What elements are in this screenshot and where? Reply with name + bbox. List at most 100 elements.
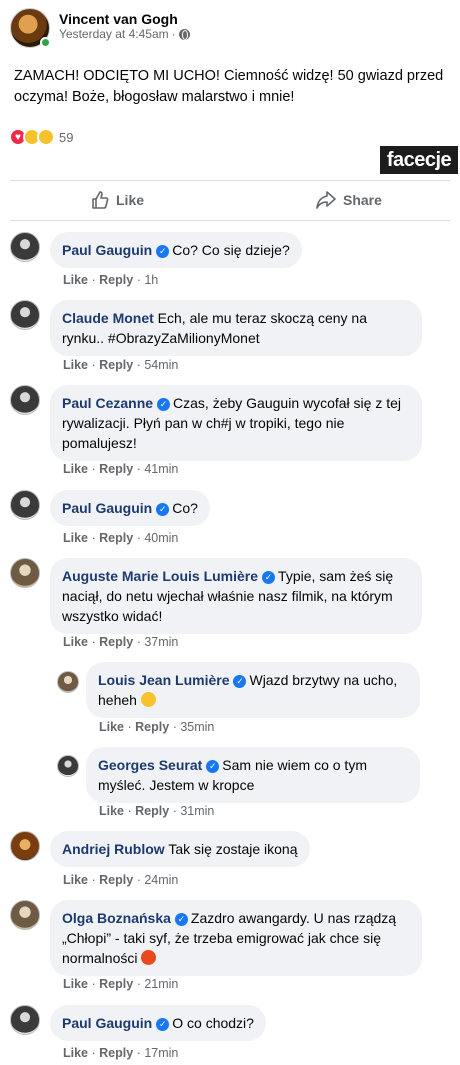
comment-reply-link[interactable]: Reply <box>135 804 169 818</box>
sad-reaction-icon <box>37 128 55 146</box>
verified-badge-icon: ✓ <box>156 245 170 258</box>
commenter-name[interactable]: Paul Gauguin <box>62 242 152 258</box>
comment-time[interactable]: 21min <box>144 977 178 991</box>
commenter-name[interactable]: Olga Boznańska <box>62 910 171 926</box>
comment-actions: Like · Reply · 54min <box>63 358 178 372</box>
post-text: ZAMACH! ODCIĘTO MI UCHO! Ciemność widzę!… <box>14 68 444 105</box>
comment-reply-link[interactable]: Reply <box>99 1046 133 1060</box>
comment-time[interactable]: 24min <box>144 873 178 887</box>
commenter-avatar[interactable] <box>10 1005 40 1035</box>
dot-separator: · <box>91 873 96 887</box>
comment-like-link[interactable]: Like <box>63 1046 88 1060</box>
commenter-avatar[interactable] <box>10 300 40 330</box>
comment-bubble: Georges Seurat ✓ Sam nie wiem co o tym myś… <box>86 747 420 803</box>
comment-time[interactable]: 35min <box>180 720 214 734</box>
commenter-avatar[interactable] <box>10 558 40 588</box>
comment-reply-link[interactable]: Reply <box>99 273 133 287</box>
comment-reply-link[interactable]: Reply <box>99 873 133 887</box>
comment-like-link[interactable]: Like <box>63 273 88 287</box>
comment-actions: Like · Reply · 41min <box>63 462 178 476</box>
dot-separator: · <box>91 358 96 372</box>
commenter-avatar[interactable] <box>10 385 40 415</box>
comment-text: O co chodzi? <box>172 1015 254 1031</box>
comment-time[interactable]: 1h <box>144 273 158 287</box>
comment-text: Tak się zostaje ikoną <box>168 841 298 857</box>
globe-icon <box>178 28 190 40</box>
comment-text: Co? <box>172 500 198 516</box>
dot-separator: · <box>91 1046 96 1060</box>
comment-bubble: Louis Jean Lumière ✓ Wjazd brzytwy na ucho… <box>86 662 420 718</box>
dot-separator: · <box>172 720 177 734</box>
comment-bubble: Paul Gauguin ✓ Co? <box>50 490 210 526</box>
commenter-name[interactable]: Louis Jean Lumière <box>98 672 229 688</box>
dot-separator: · <box>136 462 141 476</box>
meta-separator: · <box>171 27 176 41</box>
comment-time[interactable]: 31min <box>180 804 214 818</box>
commenter-name[interactable]: Paul Gauguin <box>62 1015 152 1031</box>
comment-time[interactable]: 54min <box>144 358 178 372</box>
dot-separator: · <box>136 531 141 545</box>
comment-like-link[interactable]: Like <box>63 358 88 372</box>
comment-like-link[interactable]: Like <box>63 531 88 545</box>
reactions-summary[interactable]: ♥ 59 <box>9 128 73 146</box>
commenter-avatar[interactable] <box>10 232 40 262</box>
dot-separator: · <box>136 977 141 991</box>
verified-badge-icon: ✓ <box>156 1018 170 1031</box>
dot-separator: · <box>136 635 141 649</box>
thumbs-up-icon <box>92 191 109 209</box>
commenter-avatar[interactable] <box>10 831 40 861</box>
comment-like-link[interactable]: Like <box>99 720 124 734</box>
post-meta: Yesterday at 4:45am · <box>59 27 190 41</box>
share-button[interactable]: Share <box>315 184 382 216</box>
commenter-avatar[interactable] <box>57 671 79 693</box>
comment-time[interactable]: 37min <box>144 635 178 649</box>
comment-reply-link[interactable]: Reply <box>99 531 133 545</box>
dot-separator: · <box>91 977 96 991</box>
like-button-label: Like <box>116 192 145 208</box>
comment-bubble: Paul Gauguin ✓ O co chodzi? <box>50 1005 266 1041</box>
commenter-name[interactable]: Auguste Marie Louis Lumière <box>62 568 258 584</box>
dot-separator: · <box>91 462 96 476</box>
commenter-avatar[interactable] <box>10 900 40 930</box>
comment-reply-link[interactable]: Reply <box>99 462 133 476</box>
post-timestamp[interactable]: Yesterday at 4:45am <box>59 27 169 41</box>
comment-actions: Like · Reply · 35min <box>99 720 214 734</box>
comment-reply-link[interactable]: Reply <box>135 720 169 734</box>
dot-separator: · <box>91 635 96 649</box>
comment-like-link[interactable]: Like <box>63 462 88 476</box>
comment-like-link[interactable]: Like <box>63 977 88 991</box>
comment-like-link[interactable]: Like <box>63 635 88 649</box>
comment-like-link[interactable]: Like <box>63 873 88 887</box>
angry-emoji-icon <box>141 950 157 965</box>
comment-like-link[interactable]: Like <box>99 804 124 818</box>
comment-reply-link[interactable]: Reply <box>99 358 133 372</box>
comment-reply-link[interactable]: Reply <box>99 635 133 649</box>
comment-actions: Like · Reply · 1h <box>63 273 158 287</box>
commenter-avatar[interactable] <box>57 755 79 777</box>
commenter-name[interactable]: Georges Seurat <box>98 757 202 773</box>
comment-bubble: Claude Monet✓ Ech, ale mu teraz skoczą c… <box>50 300 422 356</box>
dot-separator: · <box>172 804 177 818</box>
author-name[interactable]: Vincent van Gogh <box>59 11 178 27</box>
dot-separator: · <box>127 804 132 818</box>
post-header: Vincent van Gogh Yesterday at 4:45am · <box>10 8 450 52</box>
dot-separator: · <box>136 1046 141 1060</box>
commenter-name[interactable]: Paul Gauguin <box>62 500 152 516</box>
verified-badge-icon: ✓ <box>233 675 247 688</box>
commenter-name[interactable]: Paul Cezanne <box>62 395 153 411</box>
online-status-icon <box>40 37 51 48</box>
comment-time[interactable]: 17min <box>144 1046 178 1060</box>
dot-separator: · <box>127 720 132 734</box>
commenter-avatar[interactable] <box>10 490 40 520</box>
comment-time[interactable]: 41min <box>144 462 178 476</box>
post-action-bar: Like Share <box>10 184 450 216</box>
dot-separator: · <box>136 873 141 887</box>
commenter-name[interactable]: Andriej Rublow <box>62 841 165 857</box>
comment-reply-link[interactable]: Reply <box>99 977 133 991</box>
like-button[interactable]: Like <box>90 184 144 216</box>
reaction-count: 59 <box>59 129 74 145</box>
comment-bubble: Paul Gauguin ✓ Co? Co się dzieje? <box>50 232 302 268</box>
verified-badge-icon: ✓ <box>174 913 188 926</box>
comment-time[interactable]: 40min <box>144 531 178 545</box>
commenter-name[interactable]: Claude Monet <box>62 310 154 326</box>
